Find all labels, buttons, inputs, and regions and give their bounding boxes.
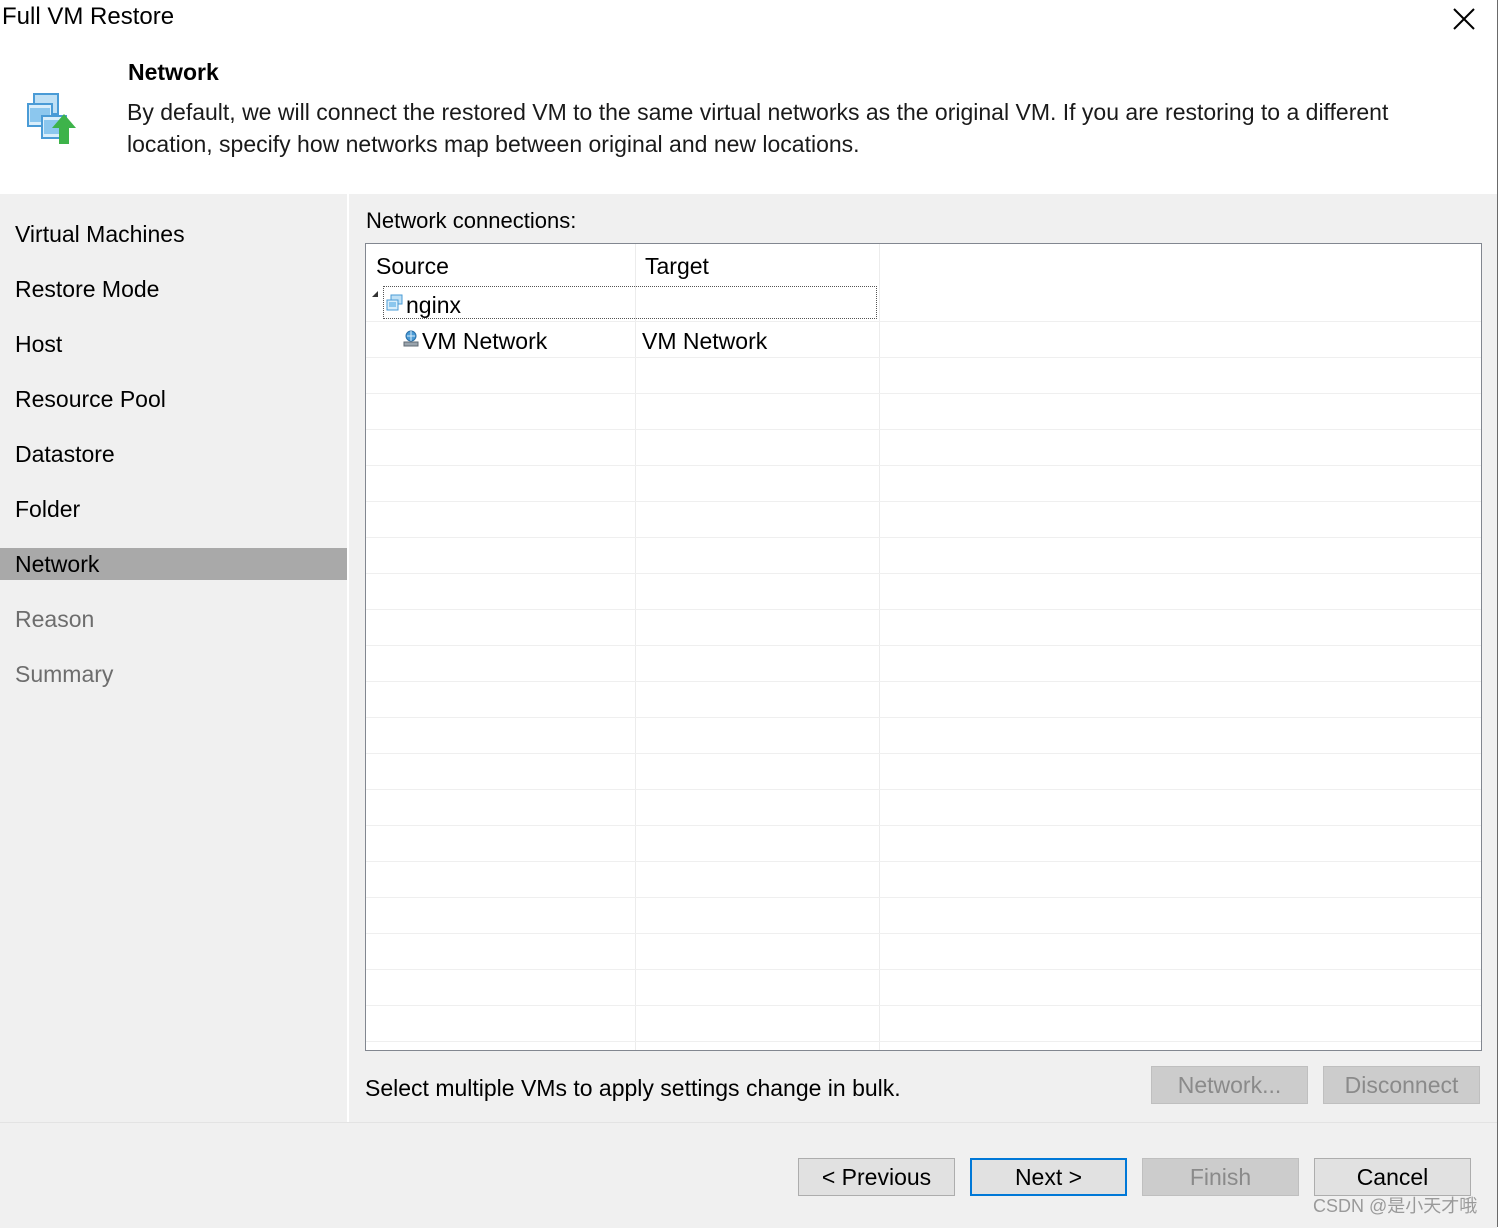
next-button[interactable]: Next >	[970, 1158, 1127, 1196]
row-divider	[366, 969, 1481, 970]
row-divider	[366, 717, 1481, 718]
sidebar-item-resource-pool[interactable]: Resource Pool	[0, 383, 347, 415]
sidebar-item-restore-mode[interactable]: Restore Mode	[0, 273, 347, 305]
network-button[interactable]: Network...	[1151, 1066, 1308, 1104]
row-divider	[366, 357, 1481, 358]
row-divider	[366, 609, 1481, 610]
sidebar-item-datastore[interactable]: Datastore	[0, 438, 347, 470]
close-button[interactable]	[1447, 2, 1481, 36]
row-divider	[366, 681, 1481, 682]
column-divider	[635, 244, 636, 1050]
sidebar-item-virtual-machines[interactable]: Virtual Machines	[0, 218, 347, 250]
wizard-steps-sidebar: Virtual Machines Restore Mode Host Resou…	[0, 194, 347, 1122]
row-divider	[366, 465, 1481, 466]
close-icon	[1453, 8, 1475, 30]
disconnect-button[interactable]: Disconnect	[1323, 1066, 1480, 1104]
row-divider	[366, 861, 1481, 862]
window-title: Full VM Restore	[2, 3, 175, 30]
row-divider	[366, 789, 1481, 790]
sidebar-item-host[interactable]: Host	[0, 328, 347, 360]
column-divider	[879, 244, 880, 1050]
row-divider	[366, 429, 1481, 430]
column-header-target[interactable]: Target	[645, 250, 709, 282]
finish-button[interactable]: Finish	[1142, 1158, 1299, 1196]
sidebar-item-network[interactable]: Network	[0, 548, 347, 580]
vm-icon	[386, 294, 403, 311]
row-divider	[366, 1041, 1481, 1042]
row-divider	[366, 897, 1481, 898]
row-divider	[366, 573, 1481, 574]
restore-vm-icon	[24, 90, 80, 148]
page-description: By default, we will connect the restored…	[127, 99, 1389, 157]
row-divider	[366, 1005, 1481, 1006]
target-cell[interactable]: VM Network	[642, 326, 767, 356]
cancel-button[interactable]: Cancel	[1314, 1158, 1471, 1196]
row-divider	[366, 501, 1481, 502]
row-divider	[366, 825, 1481, 826]
bulk-hint-text: Select multiple VMs to apply settings ch…	[365, 1075, 901, 1101]
source-cell[interactable]: VM Network	[422, 326, 547, 356]
column-header-source[interactable]: Source	[376, 250, 449, 282]
network-mapping-grid[interactable]: Source Target nginx VM Network VM Networ…	[365, 243, 1482, 1051]
sidebar-item-reason: Reason	[15, 606, 95, 632]
row-divider	[366, 393, 1481, 394]
network-icon	[403, 330, 419, 347]
network-connections-label: Network connections:	[366, 208, 577, 233]
row-divider	[366, 933, 1481, 934]
source-cell[interactable]: nginx	[406, 290, 461, 320]
watermark: CSDN @是小天才哦	[1313, 1196, 1478, 1216]
window-border	[1497, 0, 1498, 1227]
expand-arrow-icon[interactable]	[372, 291, 378, 297]
previous-button[interactable]: < Previous	[798, 1158, 955, 1196]
row-divider	[366, 537, 1481, 538]
row-divider	[366, 321, 1481, 322]
sidebar-item-folder[interactable]: Folder	[0, 493, 347, 525]
row-divider	[366, 753, 1481, 754]
page-title: Network	[128, 59, 219, 85]
row-divider	[366, 645, 1481, 646]
sidebar-item-summary: Summary	[15, 661, 114, 687]
